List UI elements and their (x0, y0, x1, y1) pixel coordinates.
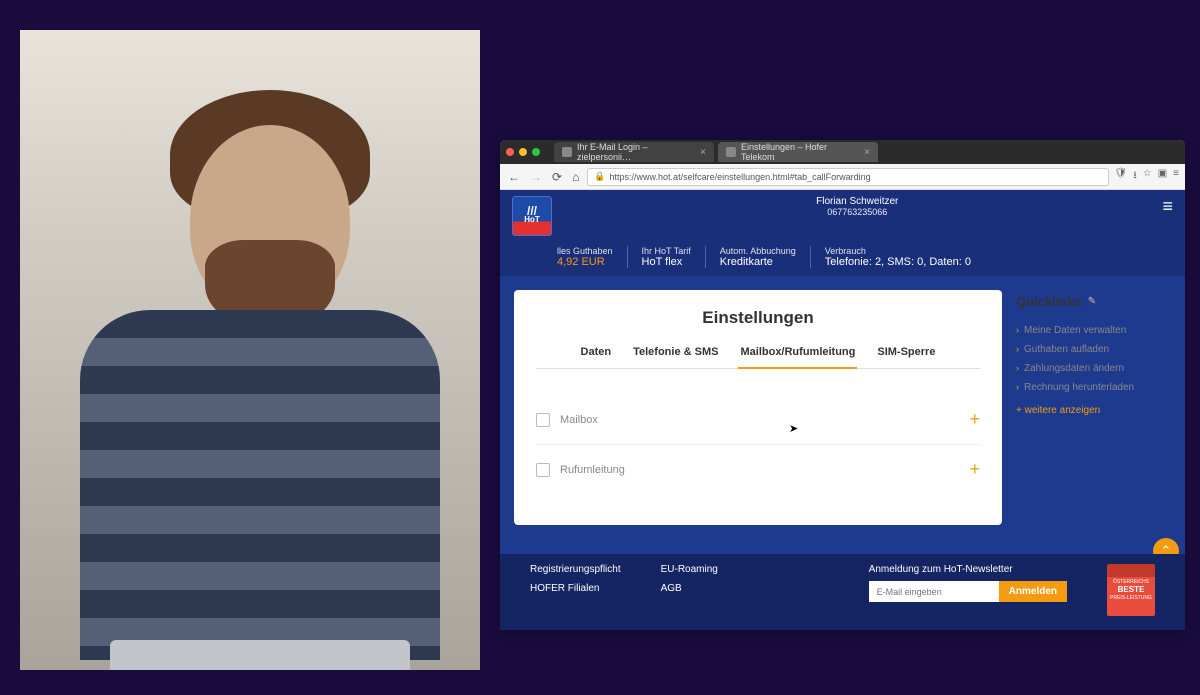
url-text: https://www.hot.at/selfcare/einstellunge… (610, 172, 871, 182)
newsletter-signup: Anmeldung zum HoT-Newsletter Anmelden (869, 564, 1067, 602)
quicklinks-panel: Quicklinks ✎ › Meine Daten verwalten › G… (1016, 290, 1171, 525)
award-badge: ÖSTERREICHS BESTE PREIS-LEISTUNG (1107, 564, 1155, 616)
setting-label: Mailbox (560, 414, 598, 426)
settings-title: Einstellungen (536, 308, 980, 328)
user-phone: 067763235066 (816, 207, 898, 217)
browser-tab-strip: Ihr E-Mail Login – zielpersonii… × Einst… (500, 140, 1185, 164)
expand-forwarding-button[interactable]: + (969, 459, 980, 480)
newsletter-email-input[interactable] (869, 581, 999, 602)
tab-label: Ihr E-Mail Login – zielpersonii… (577, 142, 693, 162)
user-name: Florian Schweitzer (816, 196, 898, 207)
quicklink-guthaben[interactable]: › Guthaben aufladen (1016, 340, 1171, 359)
close-window-icon[interactable] (506, 148, 514, 156)
summary-label: Verbrauch (825, 246, 971, 256)
browser-tab-settings[interactable]: Einstellungen – Hofer Telekom × (718, 142, 878, 162)
download-icon[interactable]: ⭳ (1133, 168, 1137, 185)
lock-icon: 🔒 (594, 171, 605, 182)
webpage-content: /// HoT Florian Schweitzer 067763235066 … (500, 190, 1185, 630)
summary-usage: Verbrauch Telefonie: 2, SMS: 0, Daten: 0 (811, 246, 985, 268)
setting-row-mailbox: Mailbox + (536, 395, 980, 445)
menu-icon[interactable]: ≡ (1173, 168, 1179, 185)
hot-logo[interactable]: /// HoT (512, 196, 552, 236)
summary-value: 4,92 EUR (557, 256, 613, 268)
tab-favicon-icon (562, 147, 572, 157)
setting-label: Rufumleitung (560, 464, 625, 476)
pencil-icon[interactable]: ✎ (1088, 296, 1096, 307)
summary-label: lles Guthaben (557, 246, 613, 256)
summary-value: Kreditkarte (720, 256, 796, 268)
quicklink-rechnung[interactable]: › Rechnung herunterladen (1016, 378, 1171, 397)
logo-text: HoT (524, 216, 540, 224)
quicklink-label: Guthaben aufladen (1024, 344, 1109, 355)
expand-mailbox-button[interactable]: + (969, 409, 980, 430)
home-button[interactable]: ⌂ (570, 170, 581, 184)
tab-mailbox-rufumleitung[interactable]: Mailbox/Rufumleitung (738, 346, 857, 368)
quicklink-more[interactable]: + weitere anzeigen (1016, 397, 1171, 416)
settings-tabs: Daten Telefonie & SMS Mailbox/Rufumleitu… (536, 346, 980, 369)
address-bar[interactable]: 🔒 https://www.hot.at/selfcare/einstellun… (587, 168, 1108, 186)
settings-panel: Einstellungen Daten Telefonie & SMS Mail… (514, 290, 1002, 525)
maximize-window-icon[interactable] (532, 148, 540, 156)
mailbox-checkbox[interactable] (536, 413, 550, 427)
browser-window: Ihr E-Mail Login – zielpersonii… × Einst… (500, 140, 1185, 630)
quicklinks-title: Quicklinks ✎ (1016, 294, 1171, 309)
quicklinks-title-text: Quicklinks (1016, 294, 1082, 309)
summary-balance: lles Guthaben 4,92 EUR (512, 246, 628, 268)
bookmark-icon[interactable]: ☆ (1143, 168, 1152, 185)
quicklink-meine-daten[interactable]: › Meine Daten verwalten (1016, 321, 1171, 340)
newsletter-label: Anmeldung zum HoT-Newsletter (869, 564, 1067, 575)
quicklink-zahlungsdaten[interactable]: › Zahlungsdaten ändern (1016, 359, 1171, 378)
footer-link-agb[interactable]: AGB (661, 583, 718, 594)
tab-favicon-icon (726, 147, 736, 157)
summary-value: Telefonie: 2, SMS: 0, Daten: 0 (825, 256, 971, 268)
summary-label: Ihr HoT Tarif (642, 246, 691, 256)
account-summary: lles Guthaben 4,92 EUR Ihr HoT Tarif HoT… (500, 246, 1185, 276)
summary-tariff: Ihr HoT Tarif HoT flex (628, 246, 706, 268)
newsletter-submit-button[interactable]: Anmelden (999, 581, 1067, 602)
reload-button[interactable]: ⟳ (550, 170, 564, 184)
chevron-right-icon: › (1016, 325, 1019, 336)
browser-toolbar: ← → ⟳ ⌂ 🔒 https://www.hot.at/selfcare/ei… (500, 164, 1185, 190)
minimize-window-icon[interactable] (519, 148, 527, 156)
tab-telefonie-sms[interactable]: Telefonie & SMS (631, 346, 720, 368)
footer-link-registrierungspflicht[interactable]: Registrierungspflicht (530, 564, 621, 575)
summary-value: HoT flex (642, 256, 691, 268)
browser-tab-email[interactable]: Ihr E-Mail Login – zielpersonii… × (554, 142, 714, 162)
tab-close-icon[interactable]: × (700, 147, 706, 158)
shield-icon[interactable]: 🛡 (1115, 168, 1128, 185)
tab-daten[interactable]: Daten (579, 346, 614, 368)
summary-debit: Autom. Abbuchung Kreditkarte (706, 246, 811, 268)
forwarding-checkbox[interactable] (536, 463, 550, 477)
tab-label: Einstellungen – Hofer Telekom (741, 142, 857, 162)
quicklink-label: Meine Daten verwalten (1024, 325, 1126, 336)
back-button[interactable]: ← (506, 170, 522, 184)
presenter-photo (20, 30, 480, 670)
window-controls[interactable] (506, 148, 540, 156)
badge-text: PREIS-LEISTUNG (1110, 595, 1152, 601)
main-menu-button[interactable]: ≡ (1162, 196, 1173, 217)
footer-link-eu-roaming[interactable]: EU-Roaming (661, 564, 718, 575)
chevron-right-icon: › (1016, 344, 1019, 355)
footer-link-hofer-filialen[interactable]: HOFER Filialen (530, 583, 621, 594)
chevron-right-icon: › (1016, 363, 1019, 374)
forward-button[interactable]: → (528, 170, 544, 184)
quicklink-label: Zahlungsdaten ändern (1024, 363, 1124, 374)
tab-sim-sperre[interactable]: SIM-Sperre (875, 346, 937, 368)
setting-row-rufumleitung: Rufumleitung + (536, 445, 980, 494)
badge-text: BESTE (1118, 585, 1145, 595)
tab-close-icon[interactable]: × (864, 147, 870, 158)
summary-label: Autom. Abbuchung (720, 246, 796, 256)
site-footer: Registrierungspflicht HOFER Filialen EU-… (500, 554, 1185, 630)
quicklink-label: Rechnung herunterladen (1024, 382, 1134, 393)
mouse-cursor-icon: ➤ (789, 422, 798, 435)
user-info: Florian Schweitzer 067763235066 (816, 196, 898, 217)
extensions-icon[interactable]: ▣ (1158, 168, 1167, 185)
site-header: /// HoT Florian Schweitzer 067763235066 … (500, 190, 1185, 246)
chevron-right-icon: › (1016, 382, 1019, 393)
